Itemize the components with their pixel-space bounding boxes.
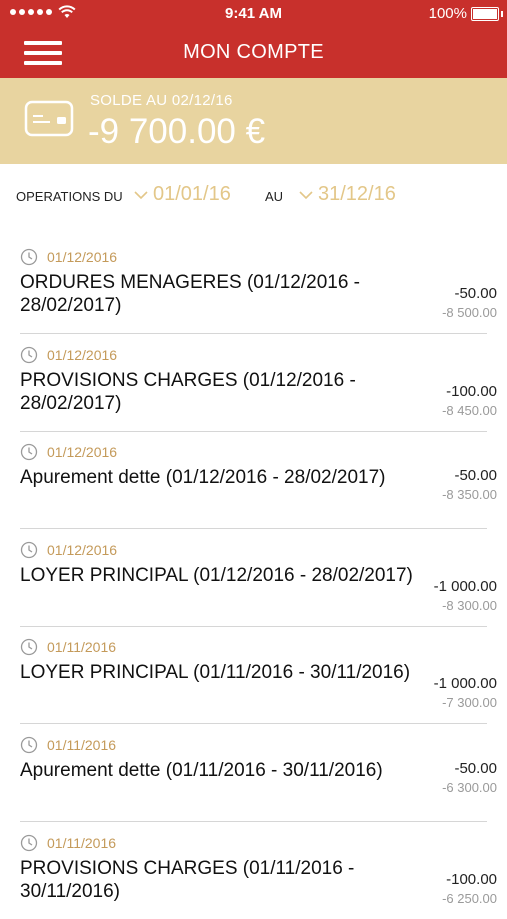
page-title: MON COMPTE [183,41,324,63]
operation-date: 01/12/2016 [47,347,118,363]
operation-date-row: 01/12/2016 [20,541,117,559]
operation-amount: -50.00 [454,285,497,302]
operation-amount: -50.00 [454,760,497,777]
operation-amount: -50.00 [454,467,497,484]
list-item[interactable]: 01/11/2016 Apurement dette (01/11/2016 -… [20,724,497,822]
operation-date: 01/12/2016 [47,542,118,558]
operation-description: Apurement dette (01/12/2016 - 28/02/2017… [20,467,386,488]
operation-date: 01/11/2016 [47,639,117,655]
clock-icon [20,541,38,559]
operation-date-row: 01/11/2016 [20,736,116,754]
operation-amount: -1 000.00 [433,675,497,692]
operation-description: LOYER PRINCIPAL (01/12/2016 - 28/02/2017… [20,565,413,586]
list-item[interactable]: 01/12/2016 PROVISIONS CHARGES (01/12/201… [20,334,497,432]
operation-description: PROVISIONS CHARGES (01/12/2016 - 28/02/2… [20,370,356,414]
operation-date-row: 01/11/2016 [20,638,116,656]
operation-description: LOYER PRINCIPAL (01/11/2016 - 30/11/2016… [20,662,411,683]
battery-percent: 100% [428,5,467,22]
clock-icon [20,443,38,461]
clock-icon [20,248,38,266]
operation-amount: -100.00 [446,383,497,400]
status-bar: 9:41 AM 100% [0,0,507,28]
operation-description: ORDURES MENAGERES (01/12/2016 - 28/02/20… [20,272,361,316]
operation-amount: -100.00 [446,871,497,888]
clock-icon [20,834,38,852]
list-item[interactable]: 01/12/2016 Apurement dette (01/12/2016 -… [20,431,497,529]
operation-date-row: 01/12/2016 [20,346,117,364]
card-icon [24,100,74,137]
operation-balance: -8 300.00 [442,598,497,613]
balance-amount: -9 700.00 € [88,112,266,151]
date-filter: OPERATIONS DU 01/01/16 AU 31/12/16 [0,165,507,225]
from-date-picker[interactable]: 01/01/16 [133,183,231,206]
list-item[interactable]: 01/11/2016 LOYER PRINCIPAL (01/11/2016 -… [20,626,497,724]
from-label: OPERATIONS DU [16,189,123,204]
operation-date: 01/12/2016 [47,249,118,265]
from-date-value: 01/01/16 [153,183,231,205]
operation-date: 01/11/2016 [47,835,117,851]
to-date-picker[interactable]: 31/12/16 [298,183,396,206]
balance-banner: SOLDE AU 02/12/16 -9 700.00 € [0,78,507,164]
operation-balance: -8 500.00 [442,305,497,320]
to-label: AU [265,189,284,204]
operation-date: 01/12/2016 [47,444,118,460]
operation-balance: -6 300.00 [442,780,497,795]
operation-date: 01/11/2016 [47,737,117,753]
operation-date-row: 01/11/2016 [20,834,116,852]
operation-description: PROVISIONS CHARGES (01/11/2016 - 30/11/2… [20,858,355,902]
clock-icon [20,346,38,364]
operation-balance: -7 300.00 [442,695,497,710]
clock-icon [20,736,38,754]
list-item[interactable]: 01/12/2016 ORDURES MENAGERES (01/12/2016… [20,236,497,334]
operation-balance: -8 450.00 [442,403,497,418]
operation-date-row: 01/12/2016 [20,248,117,266]
clock-icon [20,638,38,656]
operation-balance: -8 350.00 [442,487,497,502]
app-header: MON COMPTE [0,28,507,78]
operation-amount: -1 000.00 [433,578,497,595]
chevron-down-icon [134,190,148,199]
chevron-down-icon [299,190,313,199]
operation-date-row: 01/12/2016 [20,443,117,461]
list-item[interactable]: 01/11/2016 PROVISIONS CHARGES (01/11/201… [20,822,497,919]
to-date-value: 31/12/16 [318,183,396,205]
operation-balance: -6 250.00 [442,891,497,906]
list-item[interactable]: 01/12/2016 LOYER PRINCIPAL (01/12/2016 -… [20,529,497,627]
operation-description: Apurement dette (01/11/2016 - 30/11/2016… [20,760,383,781]
battery-icon [471,7,503,21]
balance-label: SOLDE AU 02/12/16 [90,92,233,109]
